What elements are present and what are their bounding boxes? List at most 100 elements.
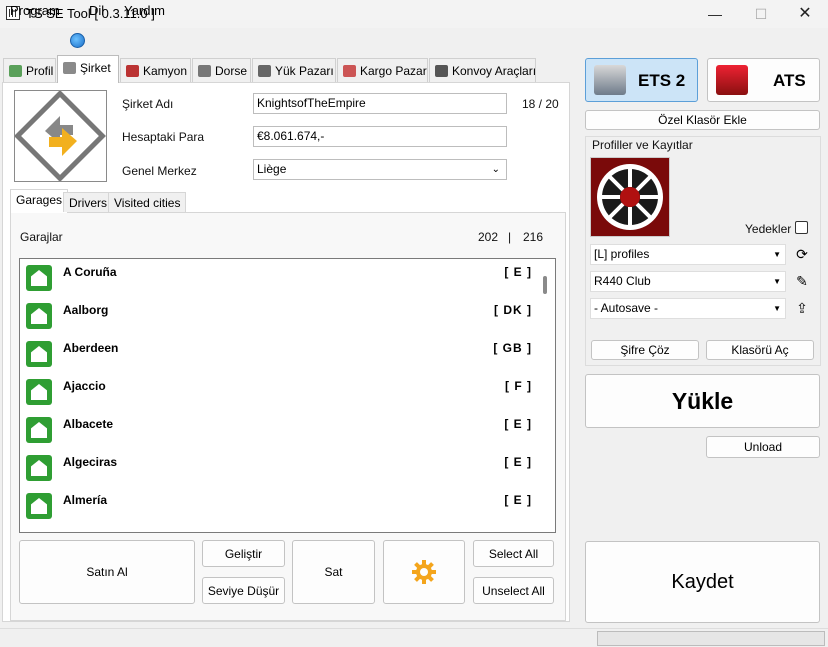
tab-label: Kamyon — [143, 64, 188, 78]
empire-emblem-icon — [591, 158, 669, 236]
menu-language[interactable]: Dil — [89, 3, 104, 18]
garages-heading: Garajlar — [20, 230, 63, 244]
garage-list[interactable]: A Coruña [ E ] Aalborg [ DK ] Aberdeen [ GB… — [19, 258, 556, 533]
garage-city: Aberdeen — [63, 341, 119, 355]
cargo-icon — [343, 65, 356, 77]
hq-select[interactable]: Liège ⌄ — [253, 159, 507, 180]
save-value: - Autosave - — [594, 301, 659, 315]
garage-country: [ GB ] — [493, 341, 532, 355]
gear-icon — [412, 560, 436, 584]
garage-icon — [26, 379, 52, 405]
tab-convoy-vehicles[interactable]: Konvoy Araçları — [429, 58, 536, 82]
garage-city: A Coruña — [63, 265, 117, 279]
downgrade-button[interactable]: Seviye Düşür — [202, 577, 285, 604]
garage-city: Albacete — [63, 417, 114, 431]
list-item[interactable]: Ajaccio [ F ] — [20, 373, 538, 411]
custom-folder-button[interactable]: Özel Klasör Ekle — [585, 110, 820, 130]
sell-button[interactable]: Sat — [292, 540, 375, 604]
garage-icon — [26, 265, 52, 291]
ats-game-button[interactable]: ATS — [707, 58, 820, 102]
count-separator: | — [508, 230, 512, 244]
company-name-field[interactable]: KnightsofTheEmpire — [253, 93, 507, 114]
edit-icon[interactable]: ✎ — [791, 270, 813, 292]
tab-truck[interactable]: Kamyon — [120, 58, 191, 82]
company-logo-icon — [14, 90, 106, 182]
maximize-button[interactable]: ☐ — [738, 0, 784, 28]
profile-select[interactable]: R440 Club ▼ — [590, 271, 786, 292]
profile-folder-select[interactable]: [L] profiles ▼ — [590, 244, 786, 265]
tab-label: Yük Pazarı — [275, 64, 334, 78]
subtab-visited-cities[interactable]: Visited cities — [108, 192, 187, 212]
tab-cargo-market[interactable]: Kargo Pazarı — [337, 58, 428, 82]
menu-program[interactable]: Program — [10, 3, 60, 18]
export-icon[interactable]: ⇪ — [791, 297, 813, 319]
save-button[interactable]: Kaydet — [585, 541, 820, 623]
garage-icon — [26, 455, 52, 481]
garage-city: Ajaccio — [63, 379, 106, 393]
select-all-button[interactable]: Select All — [473, 540, 554, 567]
garage-city: Aalborg — [63, 303, 109, 317]
list-item[interactable]: A Coruña [ E ] — [20, 259, 538, 297]
tab-trailer[interactable]: Dorse — [192, 58, 251, 82]
garage-country: [ E ] — [504, 265, 532, 279]
garage-city: Algeciras — [63, 455, 118, 469]
garage-country: [ F ] — [505, 379, 532, 393]
buy-button[interactable]: Satın Al — [19, 540, 195, 604]
ets2-game-button[interactable]: ETS 2 — [585, 58, 698, 102]
scrollbar[interactable] — [537, 260, 554, 530]
close-button[interactable]: ✕ — [782, 0, 828, 28]
tab-label: Konvoy Araçları — [452, 64, 536, 78]
tab-label: Profil — [26, 64, 54, 78]
ets2-truck-icon — [594, 65, 626, 95]
dropdown-arrow-icon: ▼ — [773, 250, 781, 259]
unload-button[interactable]: Unload — [706, 436, 820, 458]
list-item[interactable]: Aalborg [ DK ] — [20, 297, 538, 335]
subtab-garages[interactable]: Garages — [10, 189, 69, 213]
hq-label: Genel Merkez — [122, 164, 197, 178]
progress-bar — [597, 631, 825, 646]
garage-country: [ E ] — [504, 455, 532, 469]
list-item[interactable]: Albacete [ E ] — [20, 411, 538, 449]
list-item[interactable]: Aberdeen [ GB ] — [20, 335, 538, 373]
garage-country: [ E ] — [504, 493, 532, 507]
tab-profile[interactable]: Profil — [3, 58, 56, 82]
menu-help[interactable]: Yardım — [124, 3, 165, 18]
profile-avatar — [590, 157, 670, 237]
unselect-all-button[interactable]: Unselect All — [473, 577, 554, 604]
company-logo[interactable] — [14, 90, 107, 182]
profile-folder-value: [L] profiles — [594, 247, 650, 261]
trailer-icon — [198, 65, 211, 77]
worker-icon — [258, 65, 271, 77]
tab-label: Dorse — [215, 64, 248, 78]
tab-freight-market[interactable]: Yük Pazarı — [252, 58, 336, 82]
garage-country: [ E ] — [504, 417, 532, 431]
ats-label: ATS — [773, 71, 806, 90]
garage-icon — [26, 493, 52, 519]
truck-icon — [126, 65, 139, 77]
save-select[interactable]: - Autosave - ▼ — [590, 298, 786, 319]
load-button[interactable]: Yükle — [585, 374, 820, 428]
convoy-icon — [435, 65, 448, 77]
tab-label: Şirket — [80, 61, 111, 75]
settings-button[interactable] — [383, 540, 465, 604]
refresh-icon[interactable]: ⟳ — [791, 243, 813, 265]
garages-owned-count: 202 — [478, 230, 499, 244]
money-label: Hesaptaki Para — [122, 130, 205, 144]
list-item[interactable]: Algeciras [ E ] — [20, 449, 538, 487]
minimize-button[interactable]: — — [692, 0, 738, 28]
open-folder-button[interactable]: Klasörü Aç — [706, 340, 814, 360]
profile-value: R440 Club — [594, 274, 651, 288]
upgrade-button[interactable]: Geliştir — [202, 540, 285, 567]
backups-checkbox[interactable] — [795, 221, 808, 234]
dropdown-arrow-icon: ▼ — [773, 304, 781, 313]
money-field[interactable]: €8.061.674,- — [253, 126, 507, 147]
company-name-label: Şirket Adı — [122, 97, 174, 111]
subtab-drivers[interactable]: Drivers — [63, 192, 113, 212]
scrollbar-thumb[interactable] — [543, 276, 547, 294]
list-item[interactable]: Almería [ E ] — [20, 487, 538, 525]
tab-company[interactable]: Şirket — [57, 55, 119, 83]
profile-icon — [9, 65, 22, 77]
decrypt-button[interactable]: Şifre Çöz — [591, 340, 699, 360]
chevron-down-icon: ⌄ — [491, 164, 500, 175]
ats-truck-icon — [716, 65, 748, 95]
